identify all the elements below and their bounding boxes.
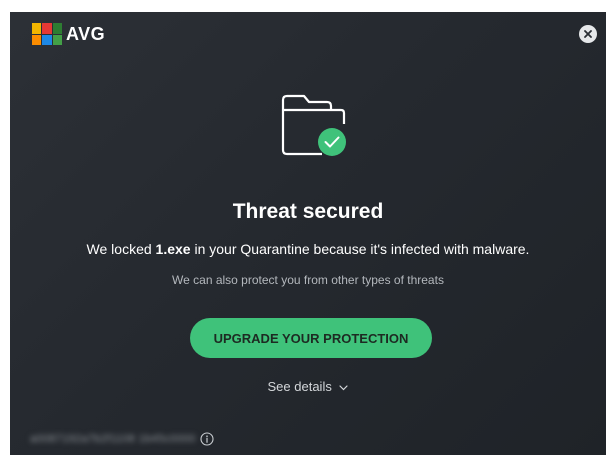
close-button[interactable] [579,25,597,43]
upgrade-protection-button[interactable]: UPGRADE YOUR PROTECTION [190,318,432,358]
threat-alert-window: AVG Threat secured We locked 1.exe in yo… [10,12,606,455]
message-suffix: in your Quarantine because it's infected… [190,241,530,257]
close-icon [584,30,592,38]
footer-id: a0087192a7b2f1108 1b45c0000 [30,432,214,446]
folder-check-icon [281,94,346,156]
alert-subtext: We can also protect you from other types… [172,273,444,287]
app-name: AVG [66,23,106,44]
file-name: 1.exe [155,241,191,257]
avg-logo-icon [32,23,62,45]
see-details-link[interactable]: See details [10,379,606,394]
alert-message: We locked 1.exe in your Quarantine becau… [10,241,606,257]
titlebar: AVG [10,12,606,56]
chevron-down-icon [339,384,349,390]
info-icon[interactable] [200,432,214,446]
see-details-label: See details [267,379,332,394]
avg-logo: AVG [32,23,105,45]
message-prefix: We locked [86,241,156,257]
alert-title: Threat secured [232,200,384,223]
detection-id: a0087192a7b2f1108 1b45c0000 [30,433,196,445]
